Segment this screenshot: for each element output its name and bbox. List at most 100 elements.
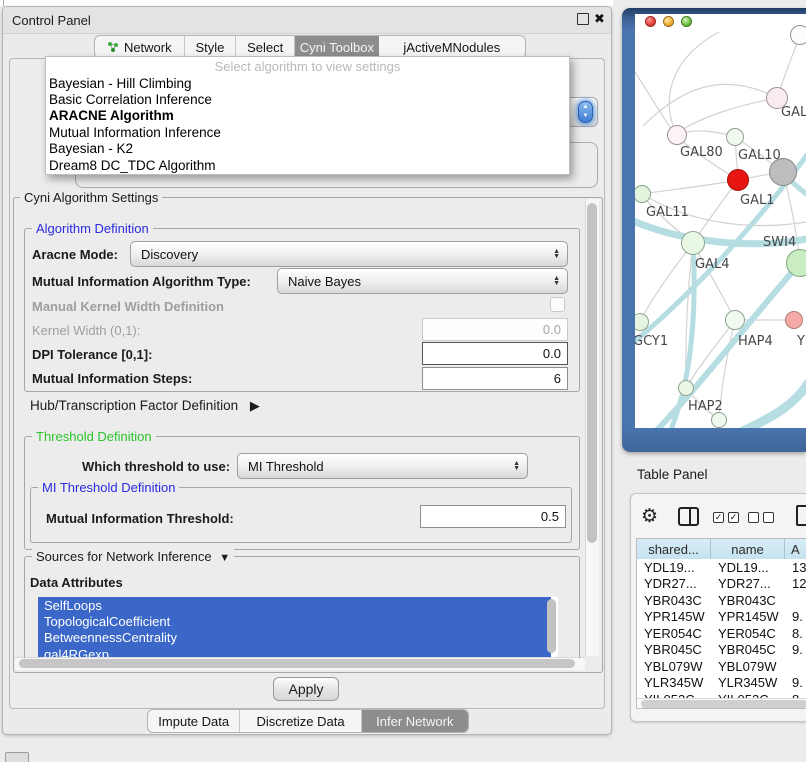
tab-impute-data[interactable]: Impute Data	[148, 710, 240, 732]
tab-jactivemnodules[interactable]: jActiveMNodules	[379, 36, 525, 58]
dpi-tolerance-label: DPI Tolerance [0,1]:	[32, 347, 152, 362]
tab-discretize-data[interactable]: Discretize Data	[240, 710, 361, 732]
table-row[interactable]: YBR045C YBR045C 9.	[637, 642, 806, 659]
network-canvas[interactable]: GAL GAL80 GAL10 GAL1 GAL11 GAL4 SWI4 GCY…	[635, 14, 806, 428]
table-row[interactable]: YDR27... YDR27... 12	[637, 576, 806, 593]
node-label: GAL80	[680, 145, 723, 160]
data-attributes-label: Data Attributes	[30, 575, 123, 590]
table-horizontal-scrollbar-thumb[interactable]	[641, 700, 806, 708]
mi-algorithm-type-label: Mutual Information Algorithm Type:	[32, 274, 251, 289]
column-header[interactable]: A	[785, 539, 806, 559]
node-label: Y	[797, 334, 805, 349]
network-node[interactable]	[790, 25, 806, 45]
kernel-width-field[interactable]: 0.0	[422, 318, 568, 341]
table-row[interactable]: YER054C YER054C 8.	[637, 625, 806, 642]
column-header[interactable]: name	[711, 539, 785, 559]
table-row[interactable]: YIL052C YIL052C 8	[637, 691, 806, 698]
network-node-gal10[interactable]	[726, 128, 744, 146]
mi-threshold-label: Mutual Information Threshold:	[46, 511, 234, 526]
list-item-selected[interactable]: SelfLoops	[38, 597, 551, 613]
chevron-up-down-icon: ▲▼	[553, 276, 560, 286]
network-node-hap2[interactable]	[678, 380, 694, 396]
gear-icon[interactable]: ⚙	[641, 505, 658, 528]
tab-select[interactable]: Select	[236, 36, 295, 58]
tab-style[interactable]: Style	[185, 36, 237, 58]
node-label: HAP4	[738, 334, 773, 349]
table-row[interactable]: YDL19... YDL19... 13	[637, 559, 806, 576]
tab-network-label: Network	[124, 40, 172, 55]
settings-horizontal-scrollbar-thumb[interactable]	[19, 659, 575, 668]
chevron-up-down-icon: ▲▼	[513, 461, 520, 471]
network-node-salmon[interactable]	[785, 311, 803, 329]
dropdown-item[interactable]: Basic Correlation Inference	[46, 91, 569, 107]
table-row[interactable]: YBL079W YBL079W	[637, 658, 806, 675]
algorithm-definition-title: Algorithm Definition	[32, 221, 153, 236]
columns-icon[interactable]	[678, 507, 699, 526]
list-scrollbar-thumb[interactable]	[547, 599, 556, 653]
sources-title[interactable]: Sources for Network Inference ▼	[32, 549, 234, 564]
table-body: YDL19... YDL19... 13 YDR27... YDR27... 1…	[637, 559, 806, 698]
settings-vertical-scrollbar-thumb[interactable]	[587, 203, 597, 543]
network-icon	[107, 41, 119, 53]
triangle-down-icon: ▼	[219, 552, 230, 564]
data-attributes-list[interactable]: SelfLoops TopologicalCoefficient Between…	[38, 597, 558, 657]
node-label: GAL	[781, 105, 806, 120]
mi-threshold-field[interactable]: 0.5	[420, 505, 566, 528]
top-strip-tick	[3, 0, 4, 6]
select-all-checkboxes-icon[interactable]: ✓✓	[713, 512, 739, 523]
network-node-hap4[interactable]	[725, 310, 745, 330]
tab-network[interactable]: Network	[95, 36, 185, 58]
dropdown-item[interactable]: Dream8 DC_TDC Algorithm	[46, 157, 569, 173]
tab-infer-network[interactable]: Infer Network	[362, 710, 468, 732]
tab-cyni-toolbox[interactable]: Cyni Toolbox	[295, 36, 379, 58]
table-row[interactable]: YBR043C YBR043C	[637, 592, 806, 609]
network-edges	[635, 14, 806, 428]
dropdown-item-highlighted[interactable]: ARACNE Algorithm	[46, 108, 569, 124]
dropdown-placeholder[interactable]: Select algorithm to view settings	[46, 57, 569, 75]
combo-stepper-focused[interactable]: ▲▼	[578, 101, 593, 123]
cyni-algorithm-settings-title: Cyni Algorithm Settings	[20, 190, 162, 205]
application-root: Control Panel ✖ Network Style Select Cyn…	[0, 0, 806, 762]
apply-button[interactable]: Apply	[273, 677, 339, 701]
list-item-selected[interactable]: TopologicalCoefficient	[38, 613, 551, 629]
float-icon[interactable]	[577, 13, 589, 25]
deselect-all-checkboxes-icon[interactable]	[748, 512, 774, 523]
which-threshold-label: Which threshold to use:	[82, 459, 230, 474]
kernel-width-label: Kernel Width (0,1):	[32, 323, 140, 338]
table-header-row: shared... name A	[637, 539, 806, 559]
node-label: GCY1	[635, 334, 668, 349]
mi-algorithm-type-combobox[interactable]: Naive Bayes ▲▼	[277, 268, 568, 294]
network-node-swi4[interactable]	[786, 249, 806, 277]
aracne-mode-combobox[interactable]: Discovery ▲▼	[130, 241, 568, 267]
dropdown-item[interactable]: Bayesian - K2	[46, 141, 569, 157]
node-label: HAP2	[688, 399, 723, 414]
network-node-gal80[interactable]	[667, 125, 687, 145]
node-table: shared... name A YDL19... YDL19... 13 YD…	[636, 538, 806, 709]
file-icon[interactable]	[796, 505, 806, 526]
mi-steps-field[interactable]: 6	[422, 367, 568, 390]
manual-kernel-width-checkbox[interactable]	[550, 297, 565, 312]
network-node-gal1-red[interactable]	[727, 169, 749, 191]
mi-steps-label: Mutual Information Steps:	[32, 371, 192, 386]
column-header[interactable]: shared...	[637, 539, 711, 559]
node-label: SWI4	[763, 235, 796, 250]
algorithm-dropdown-popup: Select algorithm to view settings Bayesi…	[45, 56, 570, 175]
dpi-tolerance-field[interactable]: 0.0	[422, 342, 568, 365]
which-threshold-combobox[interactable]: MI Threshold ▲▼	[237, 453, 528, 479]
dropdown-item[interactable]: Bayesian - Hill Climbing	[46, 75, 569, 91]
table-row[interactable]: YLR345W YLR345W 9.	[637, 675, 806, 692]
table-row[interactable]: YPR145W YPR145W 9.	[637, 609, 806, 626]
table-panel-title: Table Panel	[637, 467, 708, 482]
close-icon[interactable]: ✖	[594, 11, 605, 27]
minimized-panel-icon[interactable]	[5, 752, 29, 762]
dropdown-item[interactable]: Mutual Information Inference	[46, 124, 569, 140]
network-node[interactable]	[711, 412, 727, 428]
list-item-selected[interactable]: BetweennessCentrality	[38, 630, 551, 646]
network-node-gal4[interactable]	[681, 231, 705, 255]
list-item-selected[interactable]: gal4RGexp	[38, 646, 551, 657]
node-label: GAL4	[695, 257, 729, 272]
chevron-up-down-icon: ▲▼	[553, 249, 560, 259]
node-label: GAL11	[646, 205, 689, 220]
hub-definition-toggle[interactable]: Hub/Transcription Factor Definition ▶	[30, 398, 260, 414]
chevron-up-down-icon: ▲▼	[579, 103, 592, 121]
